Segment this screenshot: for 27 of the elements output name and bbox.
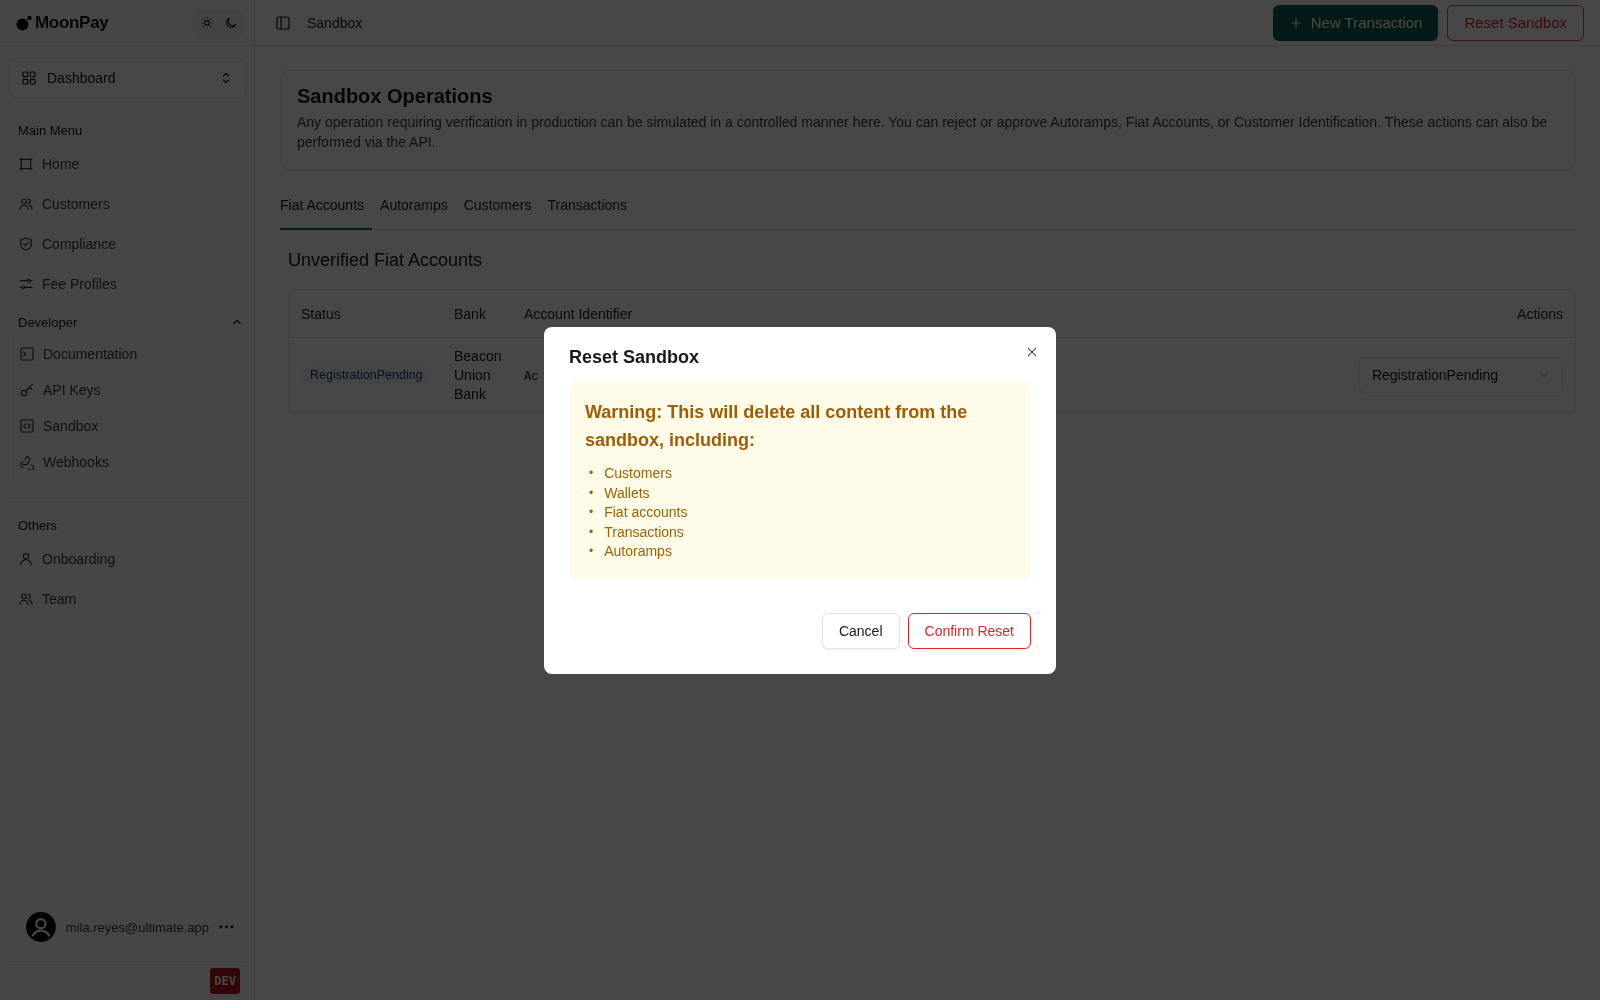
bullet: • — [589, 543, 594, 561]
column-header: Bank — [454, 305, 487, 322]
column-header: Actions — [1517, 305, 1563, 322]
column-header: Account Identifier — [524, 305, 634, 322]
column-header: Status — [301, 305, 342, 322]
section-label: Main Menu — [18, 122, 83, 138]
dialog-title: Reset Sandbox — [569, 347, 701, 369]
section-title: Unverified Fiat Accounts — [288, 250, 484, 271]
list-item: Wallets — [604, 483, 650, 503]
table-cell-text: Beacon Union Bank — [454, 346, 503, 404]
warning-text: Warning: This will delete all content from the sandbox, including: — [585, 401, 969, 453]
bullet: • — [589, 504, 594, 522]
table-cell: Ac — [524, 369, 539, 384]
bullet: • — [589, 484, 594, 502]
list-item: Customers — [604, 464, 672, 484]
breadcrumb: Sandbox — [307, 14, 364, 31]
section-label[interactable]: Developer — [18, 314, 78, 330]
bullet: • — [589, 465, 594, 483]
confirm-button[interactable]: Confirm Reset — [907, 612, 1031, 649]
list-item: Transactions — [604, 522, 684, 542]
section-label: Others — [18, 517, 57, 533]
list-item: Autoramps — [604, 542, 672, 562]
cancel-button[interactable]: Cancel — [821, 612, 900, 649]
list-item: Fiat accounts — [604, 503, 688, 523]
bullet: • — [589, 523, 594, 541]
card-title: Sandbox Operations — [297, 85, 494, 108]
logo-text: MoonPay — [35, 12, 109, 33]
